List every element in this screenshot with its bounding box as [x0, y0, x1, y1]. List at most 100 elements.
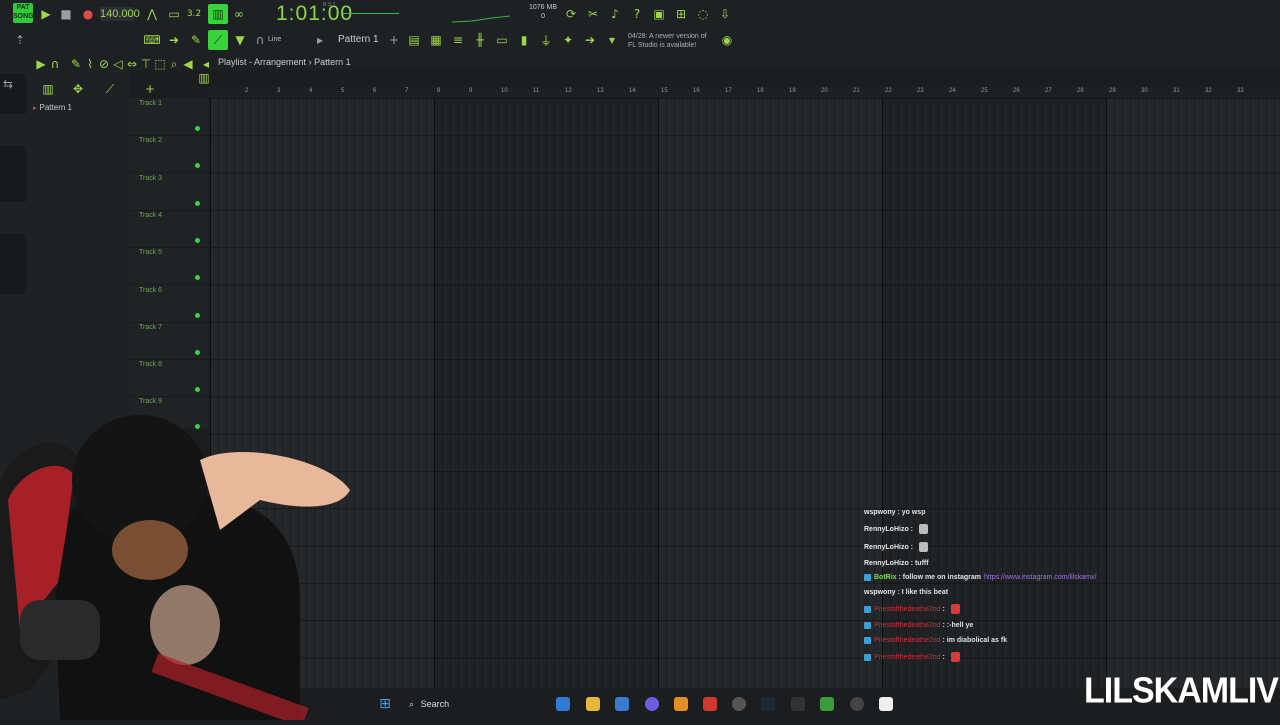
chat-username: RennyLoHizo [864, 543, 909, 551]
metronome-icon[interactable]: ⋀ [144, 6, 160, 22]
file-explorer-icon[interactable] [586, 697, 600, 711]
search-label: Search [420, 699, 450, 709]
ruler-number: 24 [949, 88, 956, 94]
chat-message: RennyLoHizo : [864, 524, 928, 534]
track-header[interactable]: Track 8 [130, 359, 208, 398]
draw-mode-icon[interactable]: ⟋ [208, 30, 228, 50]
render-icon[interactable]: ➔ [582, 32, 598, 48]
track-mute-led[interactable] [195, 163, 200, 169]
capture-icon[interactable] [850, 697, 864, 711]
ruler-number: 28 [1077, 88, 1084, 94]
track-mute-led[interactable] [195, 312, 200, 318]
move-icon[interactable]: ✥ [70, 81, 86, 97]
track-header[interactable]: Track 5 [130, 247, 208, 286]
mixer-icon[interactable]: ╫ [472, 32, 488, 48]
play-icon[interactable]: ▶ [38, 6, 54, 22]
speaker-icon[interactable]: ◀ [180, 56, 196, 72]
download-icon[interactable]: ⇩ [717, 6, 733, 22]
draw-tool-icon[interactable]: ⟋ [102, 81, 118, 97]
snap-icon[interactable]: ✎ [188, 32, 204, 48]
chat-username: wspwony [864, 589, 896, 596]
plugin-icon[interactable]: ▮ [516, 32, 532, 48]
ruler-number: 33 [1237, 88, 1244, 94]
grid-toggle-icon[interactable]: ▥ [40, 81, 56, 97]
browser-icon[interactable]: ▭ [494, 32, 510, 48]
track-mute-led[interactable] [195, 275, 200, 281]
tempo-display[interactable]: 140.000 [100, 7, 140, 21]
browser-strip [0, 146, 26, 202]
new-file-icon[interactable]: ⊞ [673, 6, 689, 22]
obs-icon[interactable] [732, 697, 746, 711]
magnet-snap-icon[interactable]: ∩ [47, 56, 63, 72]
chat-badge-icon [864, 653, 871, 661]
keyboard-icon[interactable]: ⌨ [143, 32, 160, 48]
track-mute-led[interactable] [195, 237, 200, 243]
record-icon[interactable]: ● [80, 6, 96, 22]
track-header[interactable]: Track 4 [130, 210, 208, 248]
chat-badge-icon [864, 605, 871, 613]
copilot-icon[interactable] [556, 697, 570, 711]
ruler-number: 12 [565, 88, 572, 94]
chat-message: Priestofthedeathe2nd : im diabolical as … [864, 636, 1007, 645]
master-volume-slider[interactable] [343, 13, 399, 14]
countdown-icon[interactable]: 3.2 [186, 6, 202, 22]
channel-rack-icon[interactable]: ≡ [450, 32, 466, 48]
stop-icon[interactable]: ■ [58, 6, 74, 22]
pat-song-toggle[interactable]: PAT SONG [13, 3, 34, 23]
loop-record-icon[interactable]: ∞ [231, 6, 247, 22]
timeline-ruler[interactable] [210, 86, 1280, 98]
ruler-number: 15 [661, 88, 668, 94]
add-track-icon[interactable]: + [142, 81, 158, 97]
pattern-prev-icon[interactable]: ▸ [312, 32, 328, 48]
playlist-icon[interactable]: ▤ [406, 32, 422, 48]
track-mute-led[interactable] [195, 387, 200, 393]
ruler-number: 19 [789, 88, 796, 94]
plug-icon[interactable]: ⏚ [538, 32, 554, 48]
add-pattern-icon[interactable]: + [386, 32, 402, 48]
track-mute-led[interactable] [195, 200, 200, 206]
store-icon[interactable] [615, 697, 629, 711]
piano-roll-icon[interactable]: ▦ [428, 32, 444, 48]
save-icon[interactable]: ▣ [651, 6, 667, 22]
track-mute-led[interactable] [195, 126, 200, 131]
chat-link[interactable]: https://www.instagram.com/lilskamx/ [984, 574, 1096, 581]
fl-studio-icon[interactable] [674, 697, 688, 711]
ruler-number: 6 [373, 88, 377, 94]
cart-icon[interactable]: ▾ [604, 32, 620, 48]
windows-start-icon[interactable]: ⊞ [377, 696, 393, 712]
pattern-list-item[interactable]: ▸ Pattern 1 [33, 103, 72, 112]
track-header[interactable]: Track 7 [130, 322, 208, 360]
track-mute-led[interactable] [195, 349, 200, 355]
bluestacks-icon[interactable] [820, 697, 834, 711]
taskbar-search[interactable]: ⌕ Search [405, 695, 545, 713]
browser-strip [0, 234, 26, 294]
brave-icon[interactable] [703, 697, 717, 711]
cut-icon[interactable]: ✂ [585, 6, 601, 22]
track-header[interactable]: Track 6 [130, 285, 208, 323]
settings-app-icon[interactable] [879, 697, 893, 711]
chat-message: RennyLoHizo : tufff [864, 559, 929, 568]
arrow-right-icon[interactable]: ➜ [166, 32, 182, 48]
help-icon[interactable]: ? [629, 6, 645, 22]
update-notice[interactable]: 04/28: A newer version of FL Studio is a… [628, 32, 707, 50]
microphone-icon[interactable]: ♪ [607, 6, 623, 22]
playlist-snap-icon[interactable]: ▥ [196, 70, 212, 86]
discord-icon[interactable] [645, 697, 659, 711]
browser-tab-icon[interactable]: ⇆ [0, 76, 16, 92]
step-edit-icon[interactable]: ▥ [208, 4, 228, 24]
chat-icon[interactable]: ◌ [695, 6, 711, 22]
snap-mode-label[interactable]: Line [268, 36, 281, 43]
browser-up-icon[interactable]: ⇡ [12, 32, 28, 48]
magnet-icon[interactable]: ∩ [252, 32, 268, 48]
wait-input-icon[interactable]: ▭ [166, 6, 182, 22]
undo-icon[interactable]: ⟳ [563, 6, 579, 22]
tempo-tap-icon[interactable]: ✦ [560, 32, 576, 48]
web-icon[interactable]: ◉ [719, 32, 735, 48]
track-header[interactable]: Track 2 [130, 135, 208, 174]
steam-icon[interactable] [761, 697, 775, 711]
track-header[interactable]: Track 3 [130, 173, 208, 211]
app-icon[interactable] [791, 697, 805, 711]
ruler-number: 18 [757, 88, 764, 94]
track-header[interactable]: Track 1 [130, 98, 208, 136]
paint-icon[interactable]: ▼ [232, 32, 248, 48]
